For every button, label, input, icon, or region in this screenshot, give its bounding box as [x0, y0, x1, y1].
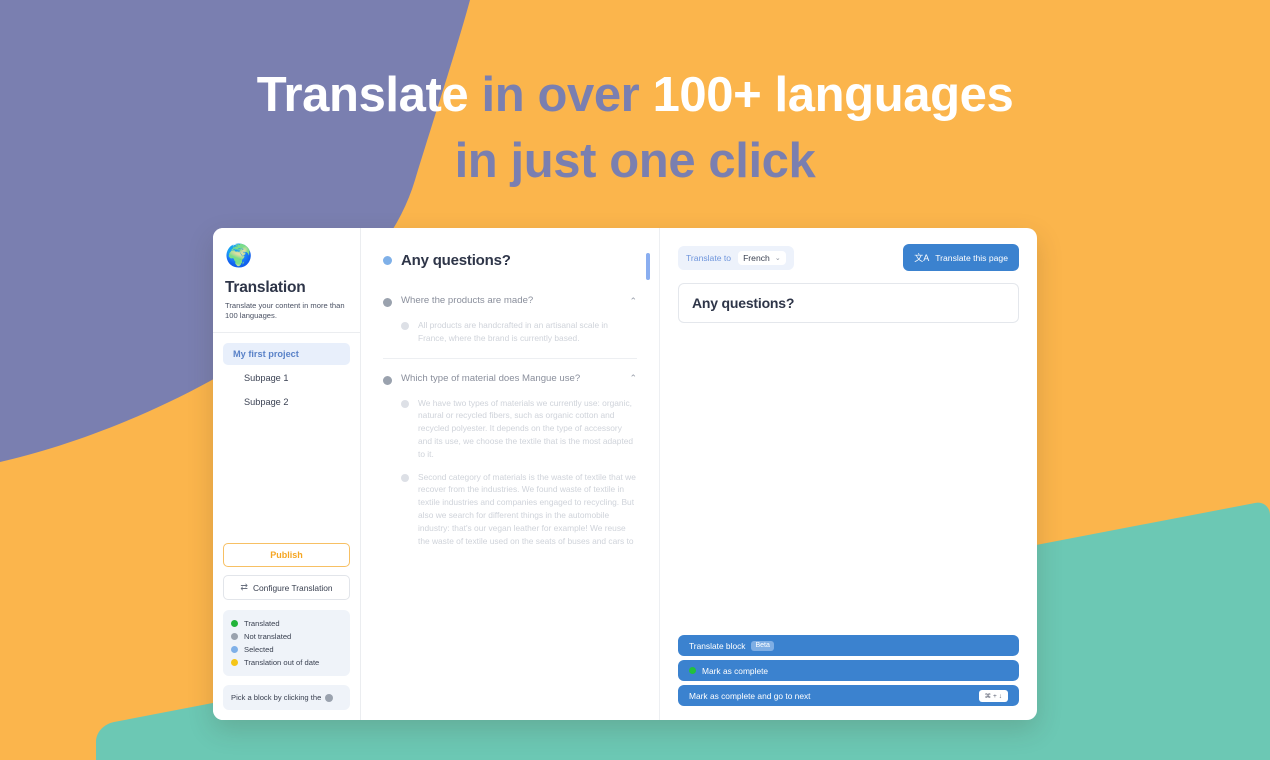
- hint-dot-icon: [325, 693, 334, 702]
- translate-block-label: Translate block: [689, 640, 746, 651]
- configure-translation-label: Configure Translation: [252, 582, 333, 593]
- faq-answer-1-1[interactable]: All products are handcrafted in an artis…: [383, 319, 637, 345]
- translate-this-page-button[interactable]: 文A Translate this page: [903, 244, 1019, 271]
- sidebar-divider: [213, 332, 360, 334]
- translation-spacer: [678, 323, 1019, 635]
- chevron-up-icon-1[interactable]: ⌃: [629, 296, 637, 306]
- legend-dot-selected: [231, 646, 238, 653]
- globe-icon: 🌍: [225, 243, 253, 268]
- mark-complete-next-label: Mark as complete and go to next: [689, 690, 811, 701]
- legend-label-not-translated: Not translated: [244, 632, 292, 641]
- mark-as-complete-button[interactable]: Mark as complete: [678, 660, 1019, 681]
- language-selector[interactable]: Translate to French ⌄: [678, 245, 794, 270]
- complete-dot-icon: [689, 667, 696, 674]
- configure-translation-button[interactable]: ⇄ Configure Translation: [223, 575, 350, 600]
- translation-field-value: Any questions?: [692, 295, 795, 311]
- faq-question-1: Where the products are made?: [401, 295, 534, 306]
- pick-block-hint: Pick a block by clicking the: [223, 685, 350, 710]
- sidebar-item-subpage-1[interactable]: Subpage 1: [223, 367, 350, 389]
- mark-as-complete-label: Mark as complete: [702, 665, 769, 676]
- translate-this-page-label: Translate this page: [935, 252, 1008, 263]
- translate-to-label: Translate to: [686, 252, 732, 263]
- chevron-down-icon: ⌄: [774, 254, 781, 262]
- sidebar: 🌍 Translation Translate your content in …: [213, 228, 361, 720]
- keyboard-shortcut-badge: ⌘ + ↓: [978, 689, 1008, 702]
- faq-question-2: Which type of material does Mangue use?: [401, 372, 581, 384]
- faq-item-1[interactable]: Where the products are made? ⌃: [383, 294, 637, 308]
- transfer-arrows-icon: ⇄: [240, 582, 248, 592]
- faq-answer-text-2-2: Second category of materials is the wast…: [418, 471, 636, 546]
- faq-answer-2-2[interactable]: Second category of materials is the wast…: [383, 471, 637, 548]
- status-legend: Translated Not translated Selected Trans…: [223, 610, 350, 676]
- language-dropdown[interactable]: French ⌄: [738, 250, 786, 265]
- translate-block-button[interactable]: Translate block Beta: [678, 635, 1019, 656]
- faq-answer-text-1-1: All products are handcrafted in an artis…: [418, 320, 608, 343]
- legend-item-translated: Translated: [231, 617, 342, 630]
- block-status-dot-1-1[interactable]: [401, 322, 409, 330]
- legend-dot-translated: [231, 620, 238, 627]
- block-status-dot-selected[interactable]: [383, 256, 392, 265]
- publish-button[interactable]: Publish: [223, 543, 350, 567]
- sidebar-item-subpage-2[interactable]: Subpage 2: [223, 391, 350, 413]
- language-value: French: [743, 252, 770, 263]
- beta-badge: Beta: [751, 640, 774, 651]
- legend-item-selected: Selected: [231, 643, 342, 656]
- translate-icon: 文A: [914, 253, 930, 263]
- legend-item-out-of-date: Translation out of date: [231, 656, 342, 669]
- chevron-up-icon-2[interactable]: ⌃: [629, 374, 637, 383]
- page-title: Any questions?: [401, 252, 511, 269]
- legend-item-not-translated: Not translated: [231, 630, 342, 643]
- legend-label-out-of-date: Translation out of date: [244, 658, 320, 667]
- faq-divider: [383, 357, 637, 359]
- block-status-dot-2-1[interactable]: [401, 399, 409, 408]
- block-status-dot-2[interactable]: [383, 375, 392, 385]
- app-subtitle: Translate your content in more than 100 …: [225, 301, 345, 320]
- translation-input-field[interactable]: Any questions?: [678, 283, 1019, 323]
- legend-label-selected: Selected: [244, 645, 274, 654]
- app-title: Translation: [225, 279, 306, 296]
- legend-label-translated: Translated: [244, 619, 280, 628]
- faq-item-2[interactable]: Which type of material does Mangue use? …: [383, 372, 637, 386]
- legend-dot-not-translated: [231, 633, 238, 640]
- app-window: 🌍 Translation Translate your content in …: [213, 228, 1037, 720]
- block-selection-indicator: [646, 253, 650, 280]
- mark-complete-next-button[interactable]: Mark as complete and go to next ⌘ + ↓: [678, 685, 1019, 706]
- block-status-dot-2-2[interactable]: [401, 473, 409, 482]
- pick-block-hint-label: Pick a block by clicking the: [231, 693, 322, 702]
- legend-dot-out-of-date: [231, 659, 238, 666]
- faq-answer-text-2-1: We have two types of materials we curren…: [418, 397, 634, 459]
- source-content-pane: Any questions? Where the products are ma…: [361, 228, 659, 720]
- sidebar-item-my-first-project[interactable]: My first project: [223, 343, 350, 366]
- translation-toolbar: Translate to French ⌄ 文A Translate this …: [678, 244, 1019, 271]
- translation-pane: Translate to French ⌄ 文A Translate this …: [659, 228, 1037, 720]
- block-status-dot-1[interactable]: [383, 298, 392, 307]
- faq-answer-2-1[interactable]: We have two types of materials we curren…: [383, 397, 637, 461]
- content-heading-block[interactable]: Any questions?: [383, 252, 637, 270]
